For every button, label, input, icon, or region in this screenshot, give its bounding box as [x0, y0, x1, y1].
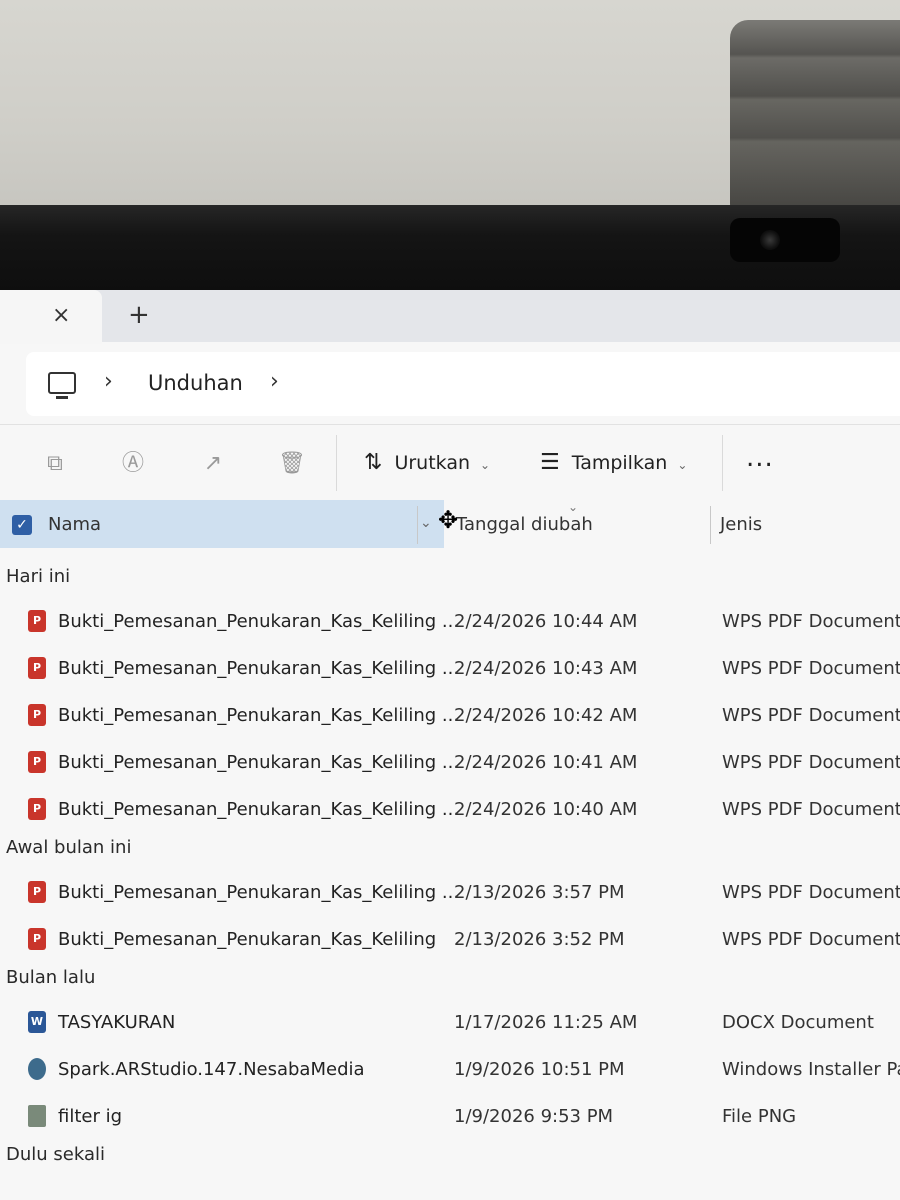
file-row[interactable]: P Bukti_Pemesanan_Penukaran_Kas_Keliling …: [0, 741, 900, 785]
file-name: Bukti_Pemesanan_Penukaran_Kas_Keliling .…: [58, 705, 460, 726]
column-divider[interactable]: [417, 506, 418, 544]
group-header[interactable]: Dulu sekali: [6, 1144, 105, 1166]
file-name: filter ig: [58, 1106, 123, 1127]
sort-label: Urutkan: [394, 452, 471, 474]
pdf-file-icon: P: [28, 704, 46, 726]
toolbar-divider: [336, 435, 337, 491]
sort-indicator-icon: ⌄: [568, 500, 579, 514]
chevron-down-icon[interactable]: ⌄: [420, 512, 432, 534]
file-row[interactable]: P Bukti_Pemesanan_Penukaran_Kas_Keliling …: [0, 694, 900, 738]
file-row[interactable]: P Bukti_Pemesanan_Penukaran_Kas_Keliling …: [0, 788, 900, 832]
file-date: 1/9/2026 10:51 PM: [454, 1059, 625, 1080]
file-name: Spark.ARStudio.147.NesabaMedia: [58, 1059, 365, 1080]
column-header: ✓ Nama ⌄ ⌄ Tanggal diubah Jenis ✥: [0, 500, 900, 548]
pdf-file-icon: P: [28, 610, 46, 632]
column-header-name[interactable]: ✓ Nama ⌄: [0, 500, 444, 548]
background-object: [730, 20, 900, 210]
delete-icon[interactable]: 🗑: [278, 451, 306, 477]
share-icon[interactable]: ↗: [200, 451, 226, 477]
pdf-file-icon: P: [28, 798, 46, 820]
file-name: Bukti_Pemesanan_Penukaran_Kas_Keliling .…: [58, 752, 460, 773]
group-header[interactable]: Bulan lalu: [6, 967, 95, 989]
copy-icon[interactable]: ⧉: [42, 451, 68, 477]
file-name: Bukti_Pemesanan_Penukaran_Kas_Keliling .…: [58, 882, 460, 903]
file-type: WPS PDF Document: [722, 752, 900, 773]
pdf-file-icon: P: [28, 751, 46, 773]
file-date: 1/9/2026 9:53 PM: [454, 1106, 614, 1127]
png-file-icon: [28, 1105, 46, 1127]
installer-file-icon: [28, 1058, 46, 1080]
column-type-label[interactable]: Jenis: [720, 514, 762, 536]
view-label: Tampilkan: [571, 452, 668, 474]
rename-icon[interactable]: Ⓐ: [120, 451, 146, 477]
file-type: File PNG: [722, 1106, 797, 1127]
file-date: 1/17/2026 11:25 AM: [454, 1012, 638, 1033]
new-tab-icon[interactable]: +: [128, 302, 150, 328]
sort-button[interactable]: ⇅ Urutkan ⌄: [364, 449, 490, 479]
breadcrumb-item-downloads[interactable]: Unduhan: [148, 370, 243, 396]
pdf-file-icon: P: [28, 928, 46, 950]
column-date-label[interactable]: Tanggal diubah: [456, 514, 593, 536]
column-name-label: Nama: [48, 514, 102, 535]
webcam-lens: [760, 230, 780, 250]
file-date: 2/13/2026 3:57 PM: [454, 882, 625, 903]
file-type: WPS PDF Document: [722, 705, 900, 726]
file-type: Windows Installer Pa: [722, 1059, 900, 1080]
docx-file-icon: W: [28, 1011, 46, 1033]
more-options-icon[interactable]: ...: [746, 443, 774, 473]
file-row[interactable]: P Bukti_Pemesanan_Penukaran_Kas_Keliling …: [0, 871, 900, 915]
column-divider[interactable]: [710, 506, 711, 544]
file-name: Bukti_Pemesanan_Penukaran_Kas_Keliling: [58, 929, 437, 950]
file-type: DOCX Document: [722, 1012, 874, 1033]
view-icon: ☰: [540, 450, 560, 475]
webcam: [730, 218, 840, 262]
view-button[interactable]: ☰ Tampilkan ⌄: [540, 449, 687, 479]
chevron-down-icon: ⌄: [677, 458, 688, 472]
active-tab[interactable]: ×: [0, 290, 102, 344]
file-row[interactable]: P Bukti_Pemesanan_Penukaran_Kas_Keliling …: [0, 647, 900, 691]
file-date: 2/24/2026 10:44 AM: [454, 611, 638, 632]
file-type: WPS PDF Document: [722, 929, 900, 950]
file-name: TASYAKURAN: [58, 1012, 176, 1033]
chevron-down-icon: ⌄: [480, 458, 491, 472]
file-row[interactable]: W TASYAKURAN 1/17/2026 11:25 AM DOCX Docume…: [0, 1001, 900, 1045]
file-date: 2/13/2026 3:52 PM: [454, 929, 625, 950]
group-header[interactable]: Awal bulan ini: [6, 837, 131, 859]
toolbar-divider: [722, 435, 723, 491]
file-type: WPS PDF Document: [722, 611, 900, 632]
address-bar[interactable]: › Unduhan ›: [26, 352, 900, 416]
file-type: WPS PDF Document: [722, 658, 900, 679]
file-type: WPS PDF Document: [722, 882, 900, 903]
file-date: 2/24/2026 10:40 AM: [454, 799, 638, 820]
file-name: Bukti_Pemesanan_Penukaran_Kas_Keliling .…: [58, 658, 460, 679]
file-explorer-window: × + › Unduhan › ⧉ Ⓐ ↗ 🗑 ⇅ Urutkan ⌄ ☰ Tampi…: [0, 290, 900, 1200]
file-date: 2/24/2026 10:43 AM: [454, 658, 638, 679]
file-date: 2/24/2026 10:41 AM: [454, 752, 638, 773]
select-all-checkbox[interactable]: ✓: [12, 515, 32, 535]
file-type: WPS PDF Document: [722, 799, 900, 820]
file-row[interactable]: filter ig 1/9/2026 9:53 PM File PNG: [0, 1095, 900, 1139]
resize-cursor-icon: ✥: [438, 506, 459, 534]
close-tab-icon[interactable]: ×: [52, 304, 70, 328]
tab-bar: × +: [0, 290, 900, 344]
file-name: Bukti_Pemesanan_Penukaran_Kas_Keliling .…: [58, 799, 460, 820]
this-pc-icon[interactable]: [48, 372, 76, 399]
pdf-file-icon: P: [28, 657, 46, 679]
file-row[interactable]: Spark.ARStudio.147.NesabaMedia 1/9/2026 1…: [0, 1048, 900, 1092]
pdf-file-icon: P: [28, 881, 46, 903]
file-name: Bukti_Pemesanan_Penukaran_Kas_Keliling .…: [58, 611, 460, 632]
group-header[interactable]: Hari ini: [6, 566, 70, 588]
sort-icon: ⇅: [364, 450, 383, 475]
breadcrumb-chevron-icon[interactable]: ›: [104, 370, 113, 394]
file-row[interactable]: P Bukti_Pemesanan_Penukaran_Kas_Keliling 2…: [0, 918, 900, 962]
breadcrumb-chevron-icon[interactable]: ›: [270, 370, 279, 394]
file-date: 2/24/2026 10:42 AM: [454, 705, 638, 726]
file-row[interactable]: P Bukti_Pemesanan_Penukaran_Kas_Keliling …: [0, 600, 900, 644]
command-bar: ⧉ Ⓐ ↗ 🗑 ⇅ Urutkan ⌄ ☰ Tampilkan ⌄ ...: [0, 424, 900, 501]
